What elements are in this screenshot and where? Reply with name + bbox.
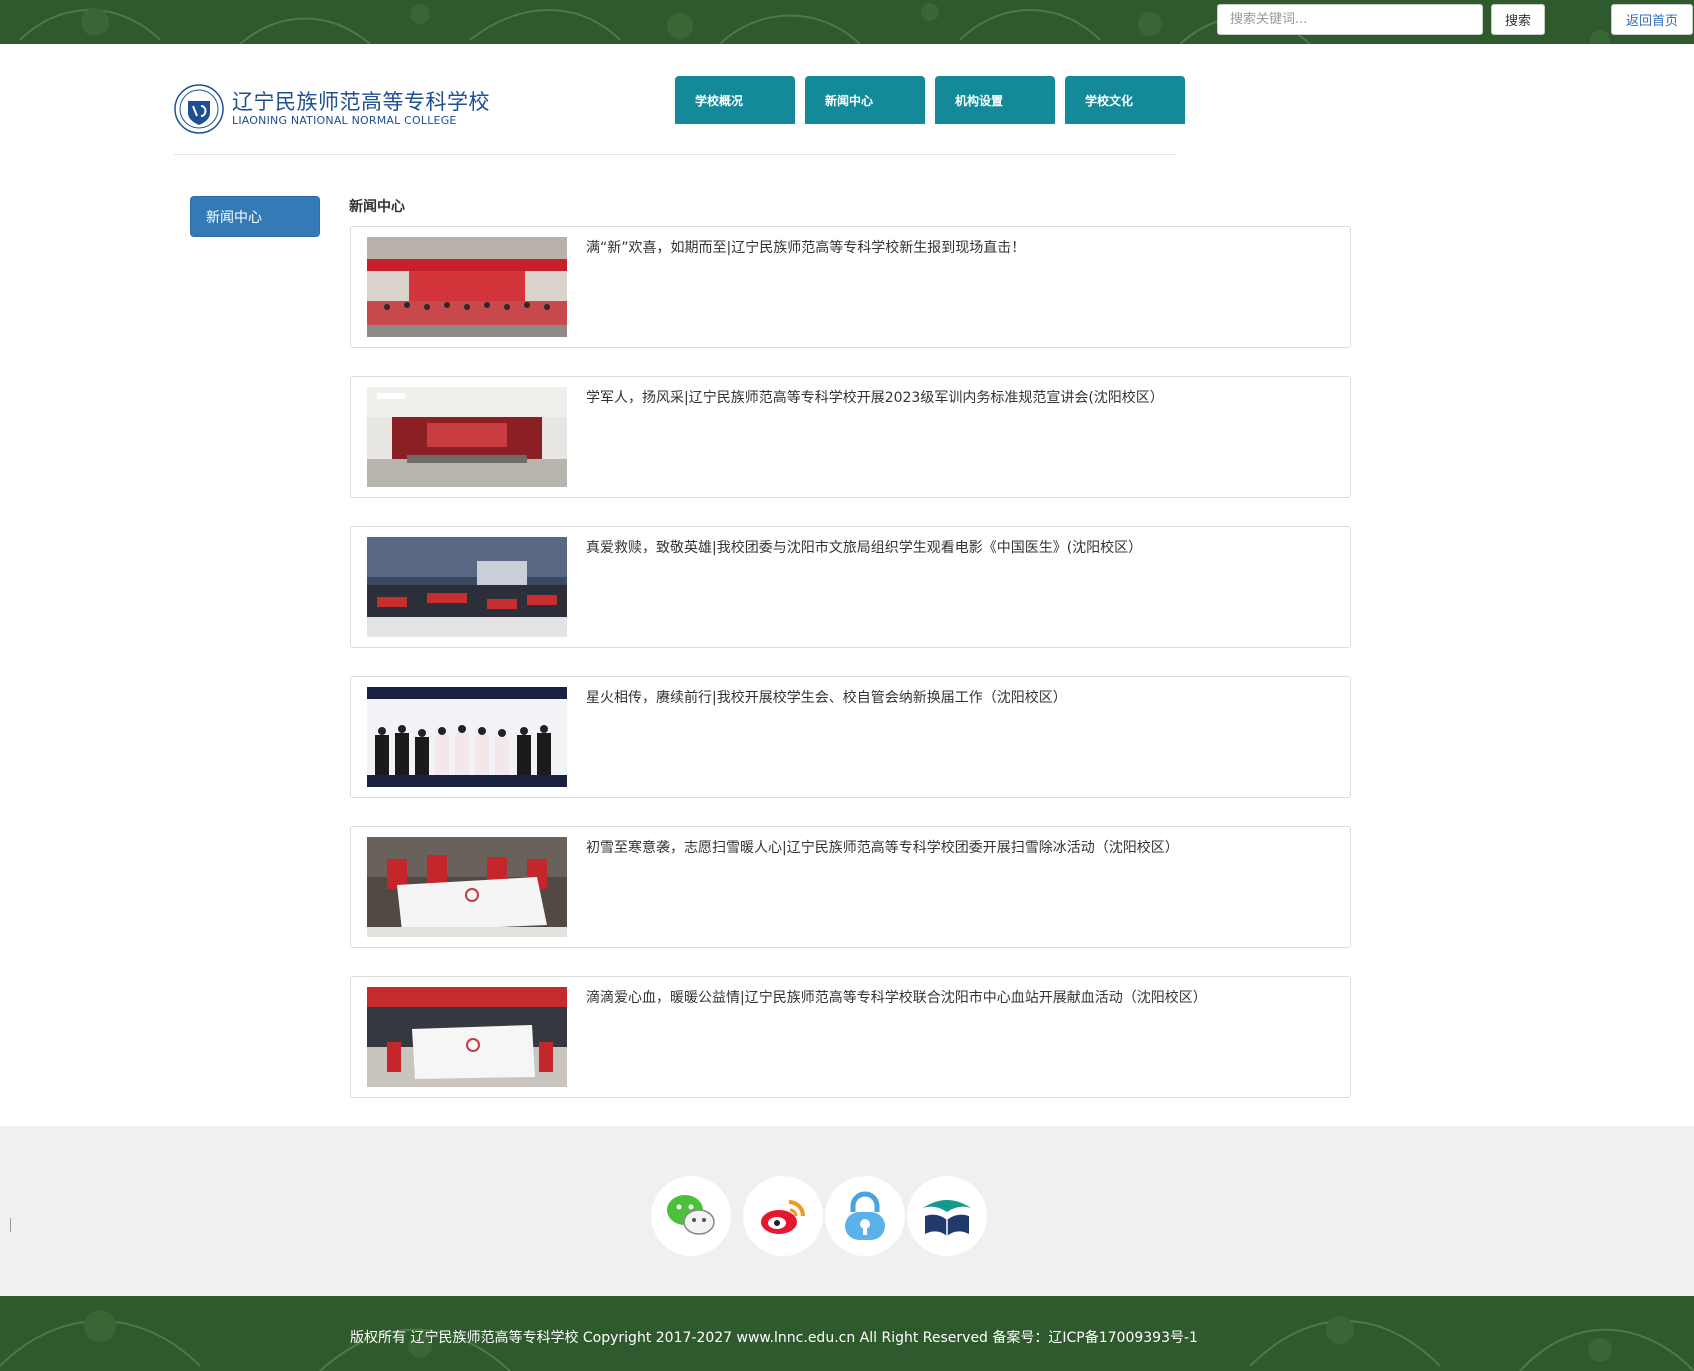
- nav-tab-school-overview[interactable]: 学校概况: [675, 76, 795, 124]
- nav-tab-news-center[interactable]: 新闻中心: [805, 76, 925, 124]
- news-title[interactable]: 真爱救赎，致敬英雄|我校团委与沈阳市文旅局组织学生观看电影《中国医生》(沈阳校区…: [586, 537, 1142, 557]
- divider: [10, 1218, 11, 1232]
- news-item[interactable]: 真爱救赎，致敬英雄|我校团委与沈阳市文旅局组织学生观看电影《中国医生》(沈阳校区…: [350, 526, 1351, 648]
- news-title[interactable]: 满“新”欢喜，如期而至|辽宁民族师范高等专科学校新生报到现场直击！: [586, 237, 1025, 257]
- school-emblem-icon: [174, 84, 224, 134]
- weibo-icon: [761, 1200, 805, 1234]
- nav-tab-departments[interactable]: 机构设置: [935, 76, 1055, 124]
- news-thumbnail[interactable]: [367, 837, 567, 937]
- news-item[interactable]: 初雪至寒意袭，志愿扫雪暖人心|辽宁民族师范高等专科学校团委开展扫雪除冰活动（沈阳…: [350, 826, 1351, 948]
- news-thumbnail[interactable]: [367, 537, 567, 637]
- social-link-weibo[interactable]: [743, 1176, 823, 1256]
- social-link-library[interactable]: [907, 1176, 987, 1256]
- header-divider: [174, 154, 1176, 155]
- top-bar: 搜索 返回首页: [0, 0, 1694, 44]
- news-thumbnail[interactable]: [367, 387, 567, 487]
- news-title[interactable]: 星火相传，赓续前行|我校开展校学生会、校自管会纳新换届工作（沈阳校区）: [586, 687, 1067, 707]
- news-item[interactable]: 滴滴爱心血，暖暖公益情|辽宁民族师范高等专科学校联合沈阳市中心血站开展献血活动（…: [350, 976, 1351, 1098]
- wechat-icon: [667, 1195, 715, 1235]
- section-title: 新闻中心: [349, 199, 405, 215]
- social-link-lock[interactable]: [825, 1176, 905, 1256]
- news-item[interactable]: 星火相传，赓续前行|我校开展校学生会、校自管会纳新换届工作（沈阳校区）: [350, 676, 1351, 798]
- school-name-en: LIAONING NATIONAL NORMAL COLLEGE: [232, 114, 457, 127]
- news-list: 满“新”欢喜，如期而至|辽宁民族师范高等专科学校新生报到现场直击！ 学军人，扬风…: [350, 226, 1351, 1126]
- news-item[interactable]: 学军人，扬风采|辽宁民族师范高等专科学校开展2023级军训内务标准规范宣讲会(沈…: [350, 376, 1351, 498]
- home-link[interactable]: 返回首页: [1611, 4, 1693, 35]
- news-thumbnail[interactable]: [367, 987, 567, 1087]
- search-button[interactable]: 搜索: [1491, 4, 1545, 35]
- sidebar-item-news-center[interactable]: 新闻中心: [190, 196, 320, 237]
- main-nav: 学校概况 新闻中心 机构设置 学校文化: [675, 76, 1185, 124]
- social-link-wechat[interactable]: [651, 1176, 731, 1256]
- news-thumbnail[interactable]: [367, 687, 567, 787]
- school-name-cn: 辽宁民族师范高等专科学校: [232, 90, 490, 114]
- news-thumbnail[interactable]: [367, 237, 567, 337]
- news-title[interactable]: 学军人，扬风采|辽宁民族师范高等专科学校开展2023级军训内务标准规范宣讲会(沈…: [586, 387, 1164, 407]
- open-book-icon: [923, 1200, 971, 1236]
- school-logo[interactable]: 辽宁民族师范高等专科学校 LIAONING NATIONAL NORMAL CO…: [174, 84, 490, 134]
- nav-tab-school-culture[interactable]: 学校文化: [1065, 76, 1185, 124]
- lock-icon: [845, 1191, 885, 1240]
- news-item[interactable]: 满“新”欢喜，如期而至|辽宁民族师范高等专科学校新生报到现场直击！: [350, 226, 1351, 348]
- news-title[interactable]: 滴滴爱心血，暖暖公益情|辽宁民族师范高等专科学校联合沈阳市中心血站开展献血活动（…: [586, 987, 1207, 1007]
- news-title[interactable]: 初雪至寒意袭，志愿扫雪暖人心|辽宁民族师范高等专科学校团委开展扫雪除冰活动（沈阳…: [586, 837, 1179, 857]
- copyright-text: 版权所有 辽宁民族师范高等专科学校 Copyright 2017-2027 ww…: [350, 1330, 1198, 1346]
- search-input[interactable]: [1217, 4, 1483, 35]
